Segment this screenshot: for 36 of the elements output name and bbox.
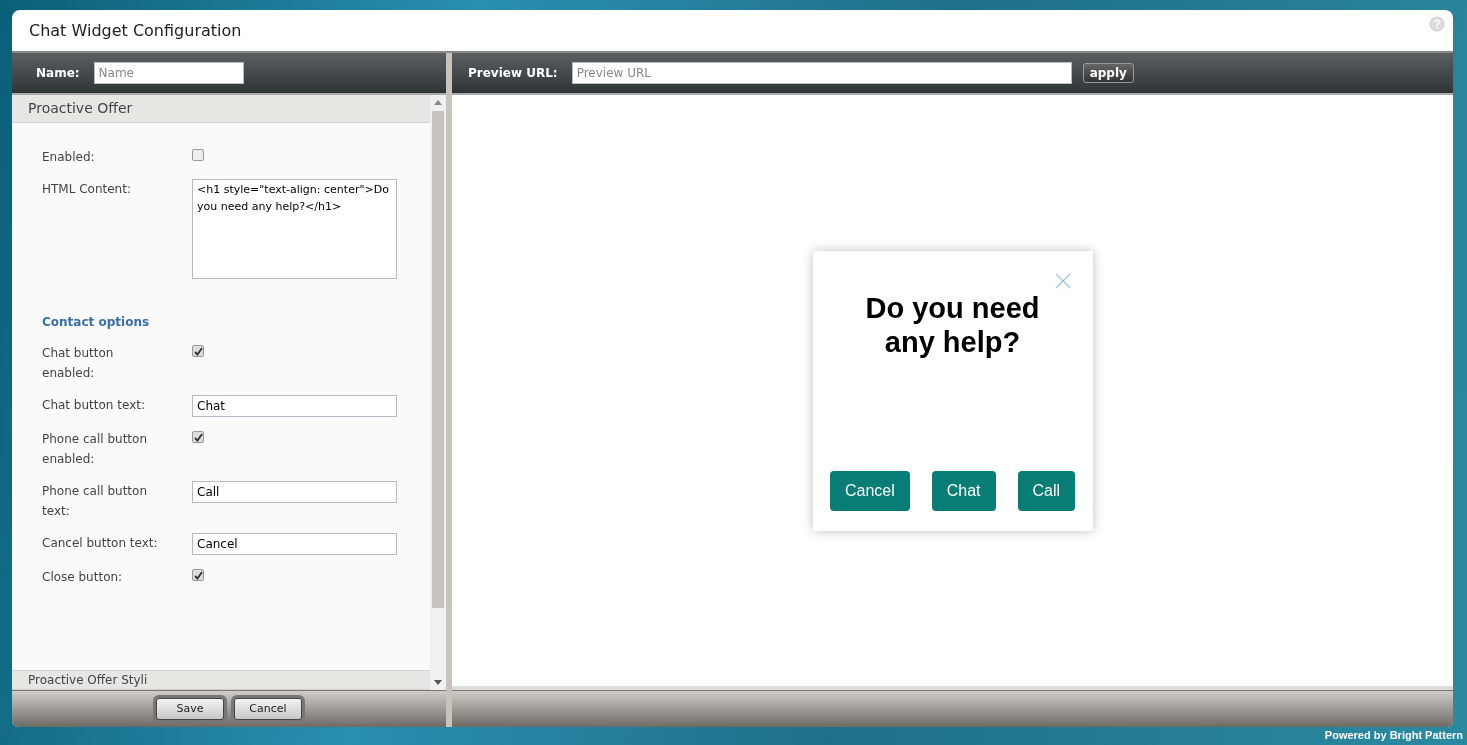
section-heading: Contact options bbox=[42, 314, 151, 331]
scroll-down-icon[interactable] bbox=[434, 678, 442, 686]
checkbox[interactable] bbox=[192, 431, 204, 443]
powered-by-text: Powered by Bright Pattern bbox=[1324, 727, 1463, 743]
field-label: Phone call button enabled: bbox=[42, 431, 148, 468]
preview-url-label: Preview URL: bbox=[468, 65, 558, 82]
popup-heading: Do you need any help? bbox=[864, 290, 1041, 361]
field-label: Close button: bbox=[42, 569, 124, 586]
preview-url-field[interactable]: Preview URL bbox=[571, 62, 1072, 84]
field-label: Phone call button text: bbox=[42, 483, 148, 520]
field-label: Chat button enabled: bbox=[42, 345, 115, 382]
checkbox[interactable] bbox=[192, 345, 204, 357]
html-content-field[interactable]: <h1 style="text-align: center">Do you need any help?</h1> bbox=[192, 179, 397, 279]
scroll-up-icon[interactable] bbox=[434, 99, 442, 107]
name-field[interactable]: Name bbox=[93, 62, 244, 84]
text-field[interactable]: Call bbox=[192, 481, 397, 503]
section-header[interactable]: Proactive Offer Styli bbox=[12, 670, 430, 690]
popup-button[interactable]: Cancel bbox=[829, 470, 910, 511]
close-icon[interactable] bbox=[1054, 272, 1071, 289]
save-button[interactable]: Save bbox=[156, 698, 224, 720]
section-header[interactable]: Proactive Offer bbox=[12, 95, 430, 123]
cancel-button[interactable]: Cancel bbox=[234, 698, 302, 720]
scrollbar[interactable] bbox=[430, 95, 446, 690]
checkbox[interactable] bbox=[192, 569, 204, 581]
text-field[interactable]: Chat bbox=[192, 395, 397, 417]
field-label: Enabled: bbox=[42, 149, 96, 166]
field-label: HTML Content: bbox=[42, 181, 132, 198]
scrollbar-thumb[interactable] bbox=[432, 111, 444, 608]
checkbox[interactable] bbox=[192, 149, 204, 161]
apply-button[interactable]: apply bbox=[1082, 63, 1134, 83]
text-field[interactable]: Cancel bbox=[192, 533, 397, 555]
popup-button[interactable]: Chat bbox=[931, 470, 996, 511]
popup-button[interactable]: Call bbox=[1017, 470, 1076, 511]
field-label: Chat button text: bbox=[42, 397, 146, 414]
name-label: Name: bbox=[36, 65, 80, 82]
field-label: Cancel button text: bbox=[42, 535, 159, 552]
